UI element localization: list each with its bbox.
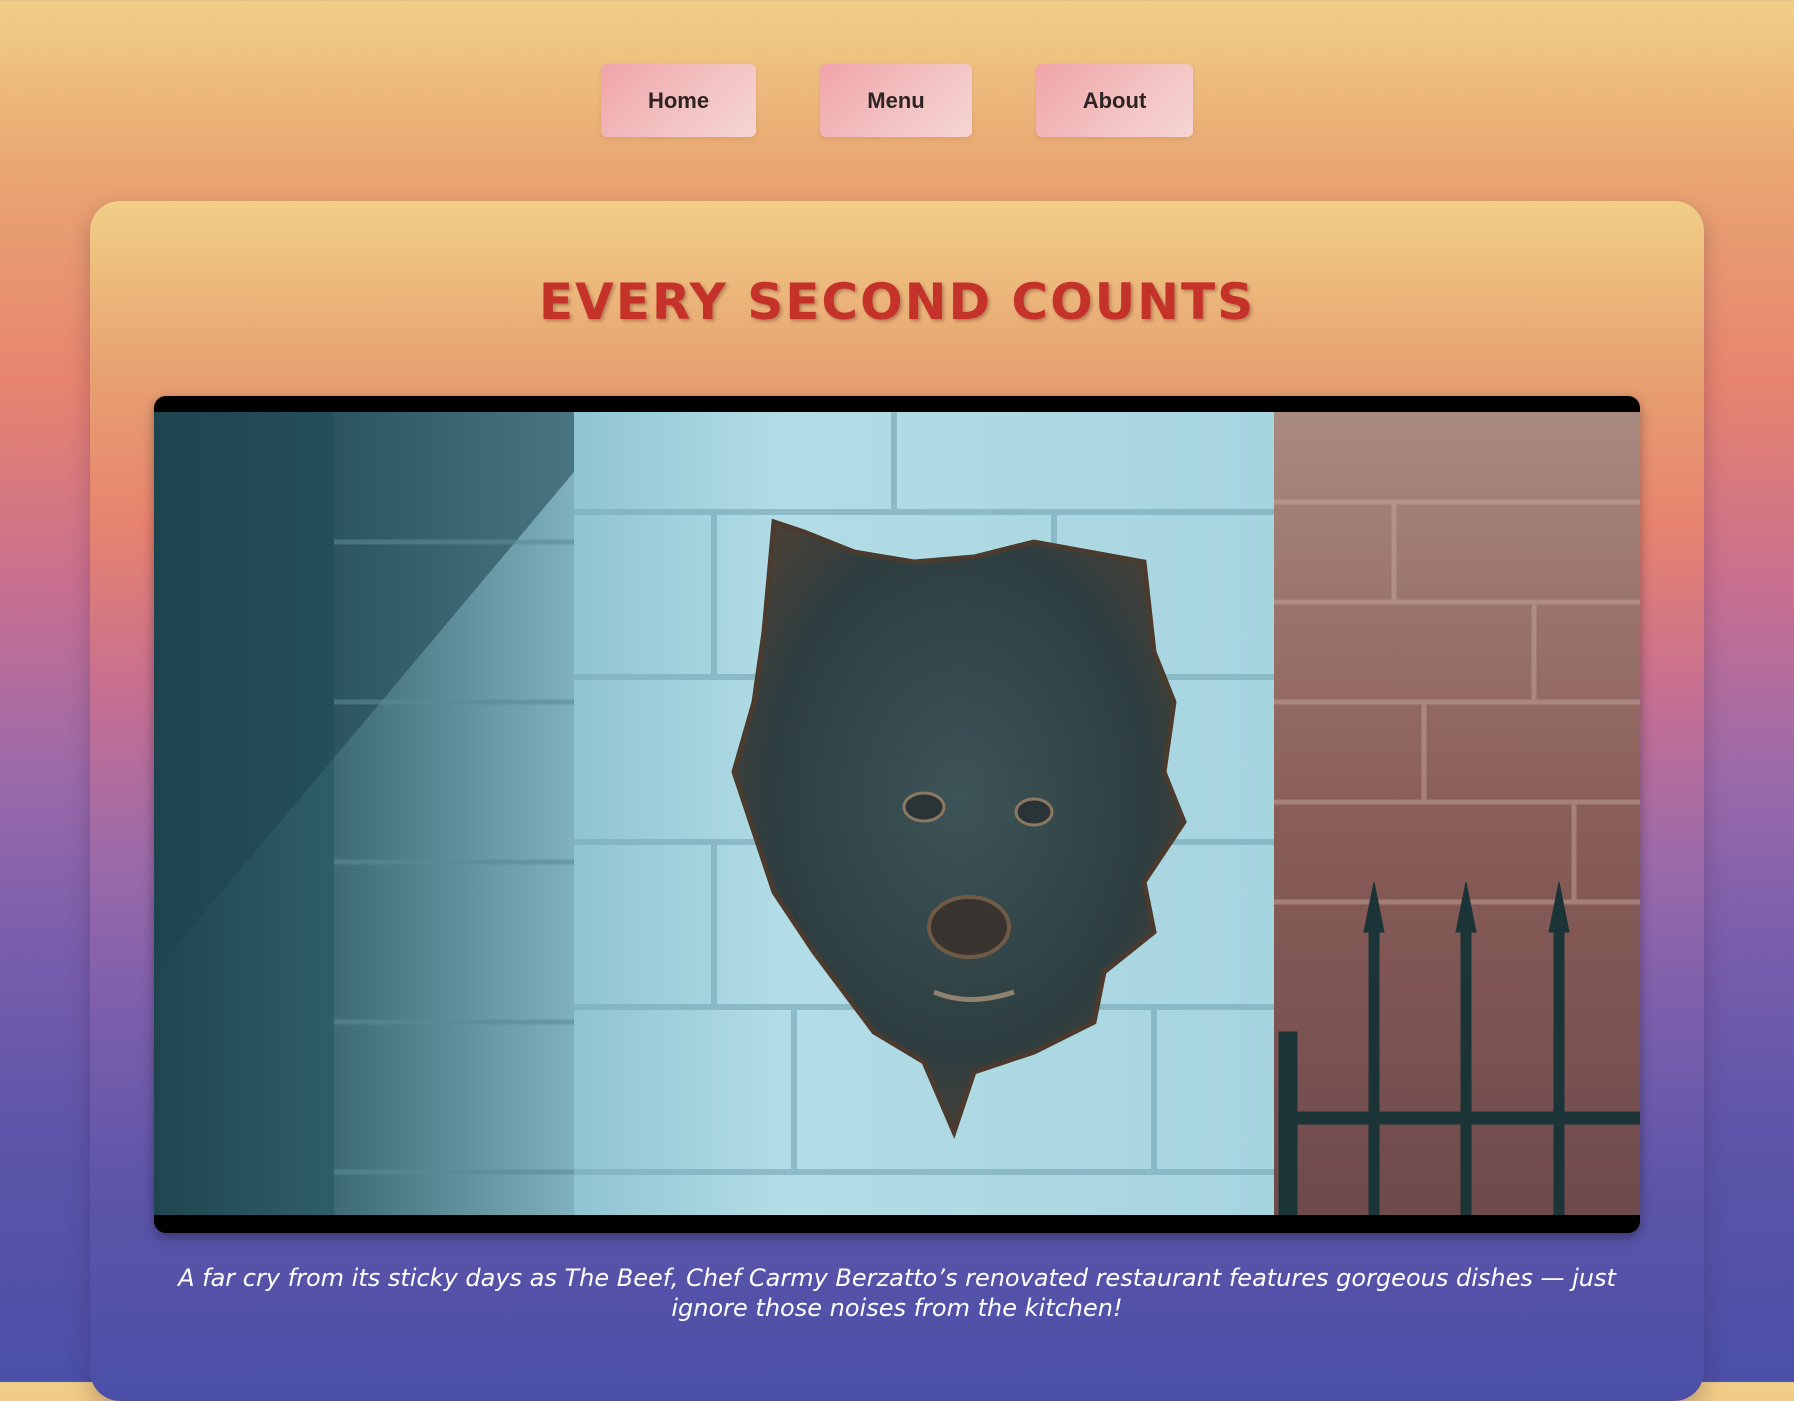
bear-head-wall-plaque-icon bbox=[154, 412, 1640, 1215]
hero-caption: A far cry from its sticky days as The Be… bbox=[178, 1264, 1616, 1322]
hero-video[interactable] bbox=[154, 396, 1640, 1233]
hero-title: EVERY SECOND COUNTS bbox=[538, 273, 1256, 331]
main-nav: Home Menu About bbox=[0, 64, 1794, 137]
nav-menu-button[interactable]: Menu bbox=[820, 64, 972, 137]
hero-card: EVERY SECOND COUNTS A far cry from its s… bbox=[90, 201, 1704, 1401]
nav-about-button[interactable]: About bbox=[1036, 64, 1193, 137]
nav-home-button[interactable]: Home bbox=[601, 64, 756, 137]
